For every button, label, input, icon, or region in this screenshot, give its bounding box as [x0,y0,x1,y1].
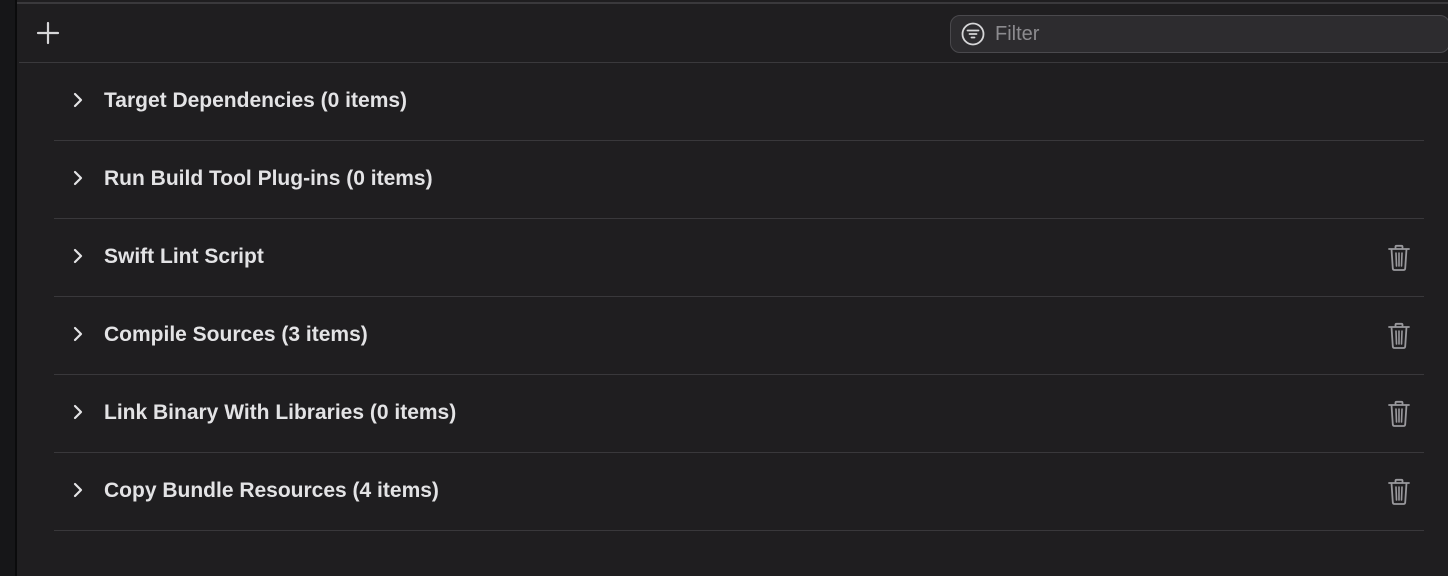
chevron-right-icon[interactable] [70,324,86,344]
delete-phase-trash-icon[interactable] [1386,321,1412,351]
filter-input[interactable] [993,18,1448,50]
build-phase-row[interactable]: Link Binary With Libraries (0 items) [54,375,1424,453]
chevron-right-icon[interactable] [70,402,86,422]
build-phase-row[interactable]: Compile Sources (3 items) [54,297,1424,375]
build-phase-row[interactable]: Target Dependencies (0 items) [54,63,1424,141]
build-phases-toolbar [19,4,1448,63]
add-build-phase-button[interactable] [33,18,63,48]
delete-phase-trash-icon[interactable] [1386,399,1412,429]
chevron-right-icon[interactable] [70,90,86,110]
delete-phase-trash-icon[interactable] [1386,477,1412,507]
build-phase-title: Run Build Tool Plug-ins (0 items) [104,167,433,190]
build-phase-title: Copy Bundle Resources (4 items) [104,479,439,502]
chevron-right-icon[interactable] [70,246,86,266]
build-phase-row[interactable]: Swift Lint Script [54,219,1424,297]
left-editor-gutter [0,0,17,576]
chevron-right-icon[interactable] [70,480,86,500]
build-phase-row[interactable]: Copy Bundle Resources (4 items) [54,453,1424,531]
build-phase-title: Link Binary With Libraries (0 items) [104,401,457,424]
chevron-right-icon[interactable] [70,168,86,188]
filter-field[interactable] [950,15,1448,53]
filter-circle-icon[interactable] [961,22,985,46]
plus-icon [36,21,60,45]
build-phases-editor: Target Dependencies (0 items) Run Build … [0,0,1448,576]
build-phase-row[interactable]: Run Build Tool Plug-ins (0 items) [54,141,1424,219]
build-phase-title: Compile Sources (3 items) [104,323,368,346]
build-phase-title: Target Dependencies (0 items) [104,89,408,112]
delete-phase-trash-icon[interactable] [1386,243,1412,273]
build-phase-title: Swift Lint Script [104,245,264,268]
build-phase-list: Target Dependencies (0 items) Run Build … [54,63,1424,531]
